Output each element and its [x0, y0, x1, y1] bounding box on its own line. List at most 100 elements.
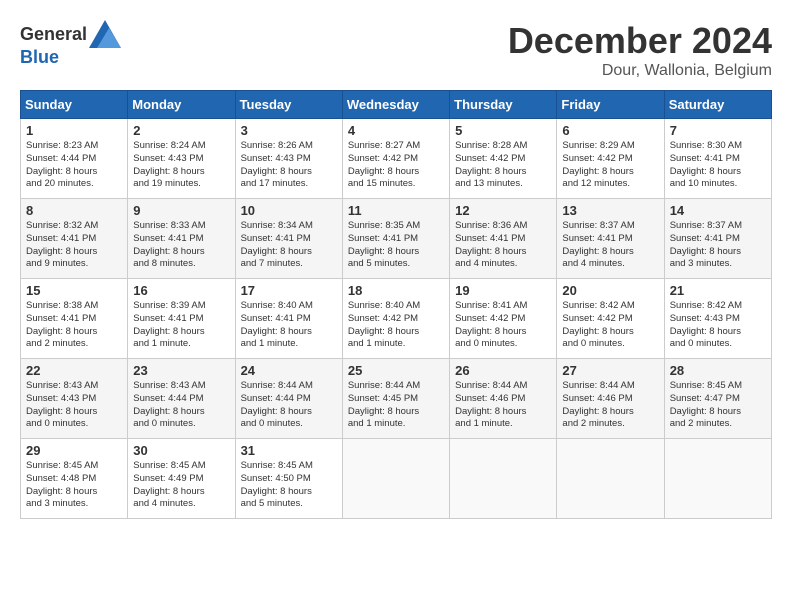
- location-title: Dour, Wallonia, Belgium: [508, 62, 772, 80]
- day-number: 31: [241, 443, 337, 458]
- day-number: 23: [133, 363, 229, 378]
- day-number: 25: [348, 363, 444, 378]
- day-cell-1: 1 Sunrise: 8:23 AMSunset: 4:44 PMDayligh…: [21, 119, 128, 199]
- day-info: Sunrise: 8:42 AMSunset: 4:43 PMDaylight:…: [670, 300, 766, 351]
- day-number: 7: [670, 123, 766, 138]
- day-cell-11: 11 Sunrise: 8:35 AMSunset: 4:41 PMDaylig…: [342, 199, 449, 279]
- calendar-row-5: 29 Sunrise: 8:45 AMSunset: 4:48 PMDaylig…: [21, 439, 772, 519]
- day-number: 20: [562, 283, 658, 298]
- calendar-table: Sunday Monday Tuesday Wednesday Thursday…: [20, 90, 772, 519]
- day-info: Sunrise: 8:23 AMSunset: 4:44 PMDaylight:…: [26, 140, 122, 191]
- day-info: Sunrise: 8:38 AMSunset: 4:41 PMDaylight:…: [26, 300, 122, 351]
- day-info: Sunrise: 8:45 AMSunset: 4:49 PMDaylight:…: [133, 460, 229, 511]
- header-friday: Friday: [557, 91, 664, 119]
- day-cell-7: 7 Sunrise: 8:30 AMSunset: 4:41 PMDayligh…: [664, 119, 771, 199]
- day-cell-14: 14 Sunrise: 8:37 AMSunset: 4:41 PMDaylig…: [664, 199, 771, 279]
- day-info: Sunrise: 8:42 AMSunset: 4:42 PMDaylight:…: [562, 300, 658, 351]
- calendar-row-1: 1 Sunrise: 8:23 AMSunset: 4:44 PMDayligh…: [21, 119, 772, 199]
- day-info: Sunrise: 8:29 AMSunset: 4:42 PMDaylight:…: [562, 140, 658, 191]
- day-number: 9: [133, 203, 229, 218]
- day-cell-28: 28 Sunrise: 8:45 AMSunset: 4:47 PMDaylig…: [664, 359, 771, 439]
- day-number: 6: [562, 123, 658, 138]
- day-number: 16: [133, 283, 229, 298]
- day-cell-12: 12 Sunrise: 8:36 AMSunset: 4:41 PMDaylig…: [450, 199, 557, 279]
- day-number: 14: [670, 203, 766, 218]
- logo-icon: [89, 20, 121, 48]
- day-number: 26: [455, 363, 551, 378]
- day-cell-17: 17 Sunrise: 8:40 AMSunset: 4:41 PMDaylig…: [235, 279, 342, 359]
- day-info: Sunrise: 8:37 AMSunset: 4:41 PMDaylight:…: [670, 220, 766, 271]
- day-info: Sunrise: 8:26 AMSunset: 4:43 PMDaylight:…: [241, 140, 337, 191]
- header-saturday: Saturday: [664, 91, 771, 119]
- day-number: 13: [562, 203, 658, 218]
- day-number: 15: [26, 283, 122, 298]
- day-info: Sunrise: 8:30 AMSunset: 4:41 PMDaylight:…: [670, 140, 766, 191]
- day-info: Sunrise: 8:28 AMSunset: 4:42 PMDaylight:…: [455, 140, 551, 191]
- day-info: Sunrise: 8:45 AMSunset: 4:48 PMDaylight:…: [26, 460, 122, 511]
- day-cell-10: 10 Sunrise: 8:34 AMSunset: 4:41 PMDaylig…: [235, 199, 342, 279]
- header-thursday: Thursday: [450, 91, 557, 119]
- day-info: Sunrise: 8:44 AMSunset: 4:45 PMDaylight:…: [348, 380, 444, 431]
- logo: General Blue: [20, 20, 121, 68]
- day-number: 11: [348, 203, 444, 218]
- day-info: Sunrise: 8:45 AMSunset: 4:50 PMDaylight:…: [241, 460, 337, 511]
- day-cell-9: 9 Sunrise: 8:33 AMSunset: 4:41 PMDayligh…: [128, 199, 235, 279]
- day-cell-21: 21 Sunrise: 8:42 AMSunset: 4:43 PMDaylig…: [664, 279, 771, 359]
- day-number: 24: [241, 363, 337, 378]
- day-cell-20: 20 Sunrise: 8:42 AMSunset: 4:42 PMDaylig…: [557, 279, 664, 359]
- day-cell-16: 16 Sunrise: 8:39 AMSunset: 4:41 PMDaylig…: [128, 279, 235, 359]
- title-area: December 2024 Dour, Wallonia, Belgium: [508, 20, 772, 80]
- empty-cell: [450, 439, 557, 519]
- day-number: 4: [348, 123, 444, 138]
- day-number: 27: [562, 363, 658, 378]
- day-number: 18: [348, 283, 444, 298]
- day-cell-4: 4 Sunrise: 8:27 AMSunset: 4:42 PMDayligh…: [342, 119, 449, 199]
- day-cell-23: 23 Sunrise: 8:43 AMSunset: 4:44 PMDaylig…: [128, 359, 235, 439]
- day-cell-26: 26 Sunrise: 8:44 AMSunset: 4:46 PMDaylig…: [450, 359, 557, 439]
- empty-cell: [342, 439, 449, 519]
- day-cell-19: 19 Sunrise: 8:41 AMSunset: 4:42 PMDaylig…: [450, 279, 557, 359]
- day-cell-24: 24 Sunrise: 8:44 AMSunset: 4:44 PMDaylig…: [235, 359, 342, 439]
- day-info: Sunrise: 8:44 AMSunset: 4:46 PMDaylight:…: [455, 380, 551, 431]
- day-cell-6: 6 Sunrise: 8:29 AMSunset: 4:42 PMDayligh…: [557, 119, 664, 199]
- calendar-row-3: 15 Sunrise: 8:38 AMSunset: 4:41 PMDaylig…: [21, 279, 772, 359]
- logo-blue-text: Blue: [20, 47, 59, 67]
- day-info: Sunrise: 8:43 AMSunset: 4:43 PMDaylight:…: [26, 380, 122, 431]
- day-info: Sunrise: 8:24 AMSunset: 4:43 PMDaylight:…: [133, 140, 229, 191]
- day-info: Sunrise: 8:41 AMSunset: 4:42 PMDaylight:…: [455, 300, 551, 351]
- day-info: Sunrise: 8:40 AMSunset: 4:41 PMDaylight:…: [241, 300, 337, 351]
- day-cell-22: 22 Sunrise: 8:43 AMSunset: 4:43 PMDaylig…: [21, 359, 128, 439]
- day-number: 3: [241, 123, 337, 138]
- month-title: December 2024: [508, 20, 772, 62]
- day-info: Sunrise: 8:27 AMSunset: 4:42 PMDaylight:…: [348, 140, 444, 191]
- day-info: Sunrise: 8:34 AMSunset: 4:41 PMDaylight:…: [241, 220, 337, 271]
- empty-cell: [664, 439, 771, 519]
- day-number: 22: [26, 363, 122, 378]
- day-number: 8: [26, 203, 122, 218]
- day-cell-2: 2 Sunrise: 8:24 AMSunset: 4:43 PMDayligh…: [128, 119, 235, 199]
- day-number: 1: [26, 123, 122, 138]
- day-cell-31: 31 Sunrise: 8:45 AMSunset: 4:50 PMDaylig…: [235, 439, 342, 519]
- header-sunday: Sunday: [21, 91, 128, 119]
- day-cell-15: 15 Sunrise: 8:38 AMSunset: 4:41 PMDaylig…: [21, 279, 128, 359]
- day-info: Sunrise: 8:45 AMSunset: 4:47 PMDaylight:…: [670, 380, 766, 431]
- day-cell-25: 25 Sunrise: 8:44 AMSunset: 4:45 PMDaylig…: [342, 359, 449, 439]
- day-cell-3: 3 Sunrise: 8:26 AMSunset: 4:43 PMDayligh…: [235, 119, 342, 199]
- day-info: Sunrise: 8:44 AMSunset: 4:44 PMDaylight:…: [241, 380, 337, 431]
- day-number: 30: [133, 443, 229, 458]
- day-cell-8: 8 Sunrise: 8:32 AMSunset: 4:41 PMDayligh…: [21, 199, 128, 279]
- header: General Blue December 2024 Dour, Walloni…: [20, 20, 772, 80]
- header-monday: Monday: [128, 91, 235, 119]
- day-info: Sunrise: 8:43 AMSunset: 4:44 PMDaylight:…: [133, 380, 229, 431]
- empty-cell: [557, 439, 664, 519]
- day-cell-18: 18 Sunrise: 8:40 AMSunset: 4:42 PMDaylig…: [342, 279, 449, 359]
- day-number: 2: [133, 123, 229, 138]
- logo-general-text: General: [20, 25, 87, 43]
- day-info: Sunrise: 8:37 AMSunset: 4:41 PMDaylight:…: [562, 220, 658, 271]
- weekday-header-row: Sunday Monday Tuesday Wednesday Thursday…: [21, 91, 772, 119]
- day-info: Sunrise: 8:32 AMSunset: 4:41 PMDaylight:…: [26, 220, 122, 271]
- calendar-row-4: 22 Sunrise: 8:43 AMSunset: 4:43 PMDaylig…: [21, 359, 772, 439]
- day-info: Sunrise: 8:40 AMSunset: 4:42 PMDaylight:…: [348, 300, 444, 351]
- day-number: 21: [670, 283, 766, 298]
- day-info: Sunrise: 8:33 AMSunset: 4:41 PMDaylight:…: [133, 220, 229, 271]
